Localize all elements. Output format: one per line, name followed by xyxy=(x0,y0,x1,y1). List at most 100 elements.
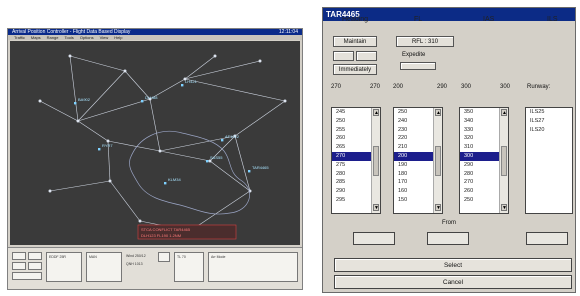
aircraft-icon[interactable] xyxy=(141,100,144,103)
menu-item[interactable]: Range xyxy=(47,35,59,40)
scroll-down-icon[interactable]: ▼ xyxy=(373,204,379,211)
menu-item[interactable]: View xyxy=(100,35,109,40)
select-button[interactable]: Select xyxy=(334,258,572,272)
list-scrollbar[interactable]: ▲ ▼ xyxy=(499,108,508,213)
waypoint-icon xyxy=(108,179,112,183)
aircraft-label[interactable]: DLH88 xyxy=(145,95,158,100)
expedite-checkbox[interactable] xyxy=(400,62,436,70)
fl-range-high: 290 xyxy=(437,84,448,90)
status-strip-2: MAN xyxy=(86,252,122,282)
menu-item[interactable]: Maps xyxy=(31,35,41,40)
menu-item[interactable]: Traffic xyxy=(14,35,25,40)
runway-label: Runway: xyxy=(527,84,551,90)
ias-range-low: 300 xyxy=(461,84,472,90)
airway-line xyxy=(69,55,126,72)
aircraft-label[interactable]: RYR7 xyxy=(102,143,113,148)
immediately-button[interactable]: Immediately xyxy=(333,64,377,75)
scroll-up-icon[interactable]: ▲ xyxy=(373,109,379,116)
radar-display[interactable]: LH421 BA902 TAR4465 AF1012 KLM34 DLH88 RYR7 SAS… xyxy=(10,41,300,245)
aircraft-icon[interactable] xyxy=(74,102,77,105)
aircraft-icon[interactable] xyxy=(206,160,209,163)
waypoint-icon xyxy=(48,189,52,193)
runway-item[interactable]: ILS20 xyxy=(526,126,572,135)
airway-line xyxy=(39,100,79,122)
status-button-2[interactable] xyxy=(28,252,42,260)
expedite-label: Expedite xyxy=(402,52,426,58)
aircraft-label[interactable]: BA902 xyxy=(78,97,91,102)
heading-column-header: Heading xyxy=(342,16,369,23)
waypoint-icon xyxy=(283,99,287,103)
aircraft-icon[interactable] xyxy=(181,84,184,87)
ias-list[interactable]: 350 340 330 320 310 300 290 280 270 260 250 ▲ ▼ xyxy=(459,107,509,214)
runway-item[interactable]: ILS27 xyxy=(526,117,572,126)
scroll-down-icon[interactable]: ▼ xyxy=(435,204,441,211)
fl-list[interactable]: 250 240 230 220 210 200 190 180 170 160 150 ▲ ▼ xyxy=(393,107,443,214)
airway-line xyxy=(109,180,141,222)
heading-list[interactable]: 245 250 255 260 265 270 275 280 285 290 295 ▲ ▼ xyxy=(331,107,381,214)
aircraft-label[interactable]: SAS55 xyxy=(210,155,223,160)
from-button-1[interactable] xyxy=(353,232,395,245)
status-button-3[interactable] xyxy=(12,262,26,270)
aircraft-label[interactable]: AF1012 xyxy=(225,134,240,139)
scroll-down-icon[interactable]: ▼ xyxy=(501,204,507,211)
airway-lines xyxy=(38,54,287,233)
status-button-1[interactable] xyxy=(12,252,26,260)
airway-line xyxy=(184,78,286,102)
heading-range-low: 270 xyxy=(331,84,342,90)
waypoint-icon xyxy=(158,149,162,153)
airway-line xyxy=(234,100,286,137)
from-label: From xyxy=(442,220,456,226)
scroll-thumb[interactable] xyxy=(373,146,379,176)
from-button-3[interactable] xyxy=(526,232,568,245)
menu-item[interactable]: Help xyxy=(114,35,122,40)
menu-item[interactable]: Options xyxy=(80,35,94,40)
heading-right-button[interactable] xyxy=(356,51,377,61)
waypoint-icon xyxy=(123,69,127,73)
runway-list[interactable]: ILS25 ILS27 ILS20 xyxy=(525,107,573,214)
airway-line xyxy=(69,55,79,122)
waypoint-icon xyxy=(208,159,212,163)
aircraft-icon[interactable] xyxy=(164,182,167,185)
status-field-1: Wind 250/12 xyxy=(126,254,146,258)
scroll-thumb[interactable] xyxy=(435,146,441,176)
airway-line xyxy=(77,98,151,122)
sector-boundary xyxy=(129,130,250,215)
radar-map[interactable]: LH421 BA902 TAR4465 AF1012 KLM34 DLH88 RYR7 SAS… xyxy=(10,41,300,245)
ils-column-header: ILS xyxy=(547,16,558,23)
list-scrollbar[interactable]: ▲ ▼ xyxy=(371,108,380,213)
aircraft-label[interactable]: KLM34 xyxy=(168,177,181,182)
status-checkbox[interactable] xyxy=(158,252,170,262)
ias-range-high: 300 xyxy=(500,84,511,90)
waypoint-icon xyxy=(213,54,217,58)
aircraft-icon[interactable] xyxy=(98,148,101,151)
status-button-4[interactable] xyxy=(28,262,42,270)
scroll-up-icon[interactable]: ▲ xyxy=(435,109,441,116)
aircraft-icon[interactable] xyxy=(248,170,251,173)
heading-left-button[interactable] xyxy=(333,51,354,61)
airway-line xyxy=(77,120,109,142)
radar-menubar: Traffic Maps Range Tools Options View Help xyxy=(8,35,302,40)
aircraft-icon[interactable] xyxy=(221,139,224,142)
cancel-button[interactable]: Cancel xyxy=(334,275,572,289)
waypoint-icon xyxy=(76,119,80,123)
menu-item[interactable]: Tools xyxy=(64,35,73,40)
scroll-thumb[interactable] xyxy=(501,146,507,176)
maintain-button[interactable]: Maintain xyxy=(333,36,377,47)
conflict-alert-box[interactable]: STCA CONFLICT TAR4465 DLH123 FL190 1.2NM xyxy=(137,224,237,240)
aircraft-label[interactable]: LH421 xyxy=(185,79,198,84)
scroll-up-icon[interactable]: ▲ xyxy=(501,109,507,116)
alert-line-2: DLH123 FL190 1.2NM xyxy=(141,233,181,238)
screenshot-root: Arrival Position Controller - Flight Dat… xyxy=(0,0,580,296)
runway-item[interactable]: ILS25 xyxy=(526,108,572,117)
rfl-button[interactable]: RFL : 310 xyxy=(396,36,454,47)
airway-line xyxy=(49,180,111,192)
waypoint-icon xyxy=(106,139,110,143)
from-button-2[interactable] xyxy=(427,232,469,245)
waypoint-icon xyxy=(258,59,262,63)
aircraft-label[interactable]: TAR4465 xyxy=(252,165,269,170)
aircraft-labels: LH421 BA902 TAR4465 AF1012 KLM34 DLH88 RYR7 SAS… xyxy=(74,79,269,185)
status-strip-1: EDDF 25R xyxy=(46,252,82,282)
status-button-5[interactable] xyxy=(12,272,42,280)
list-scrollbar[interactable]: ▲ ▼ xyxy=(433,108,442,213)
status-field-4: Arr Mode xyxy=(211,255,226,259)
